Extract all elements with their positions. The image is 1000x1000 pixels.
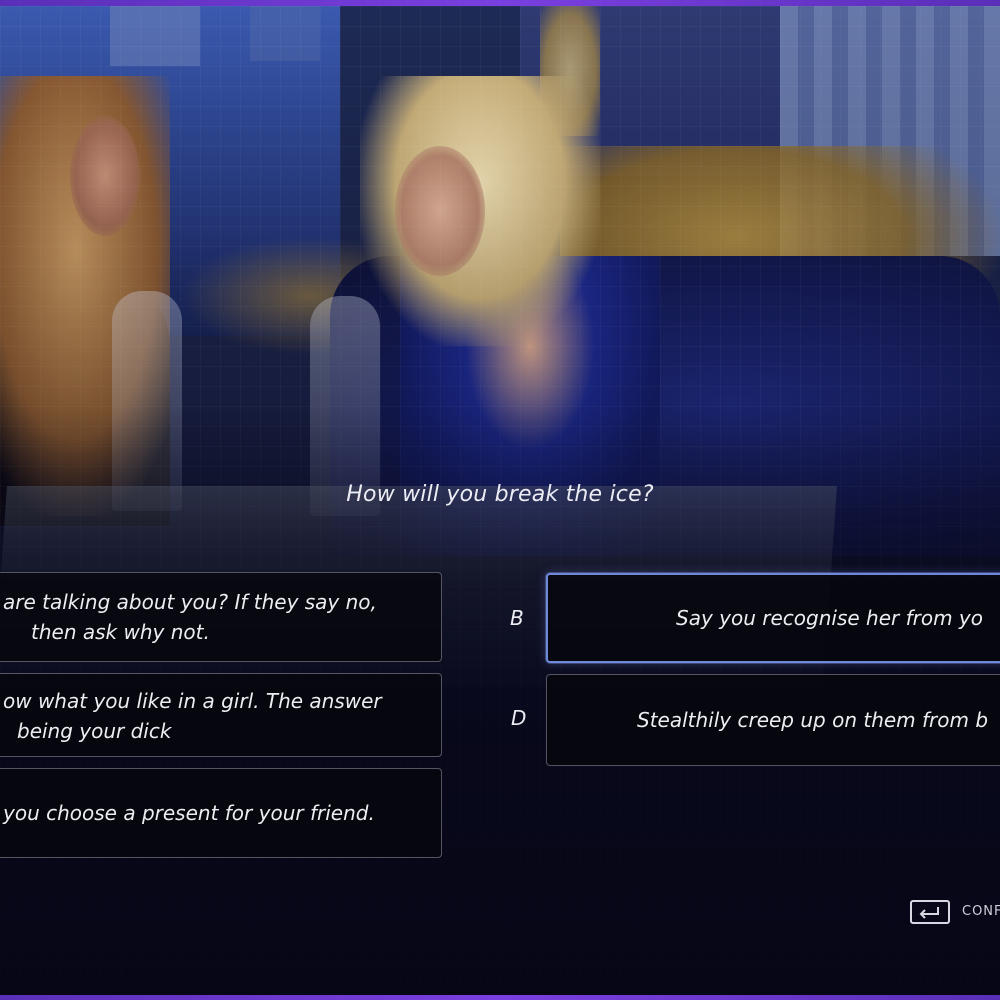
choice-e-text: you choose a present for your friend. — [3, 801, 375, 825]
choice-a-line-1: are talking about you? If they say no, — [3, 590, 377, 614]
enter-arrow-icon — [919, 907, 939, 919]
choice-c-text: ow what you like in a girl. The answer b… — [0, 686, 431, 746]
choice-d-text: Stealthily creep up on them from b — [637, 708, 989, 732]
choice-d-letter: D — [511, 706, 527, 730]
choice-c-line-2: being your dick — [17, 719, 172, 743]
top-frame-bar — [0, 0, 1000, 6]
choice-a-button[interactable]: are talking about you? If they say no, t… — [0, 572, 442, 662]
question-prompt: How will you break the ice? — [346, 482, 654, 507]
choice-b-text: Say you recognise her from yo — [676, 606, 983, 630]
choice-d-button[interactable]: Stealthily creep up on them from b — [546, 674, 1000, 766]
choice-b-button[interactable]: Say you recognise her from yo — [546, 573, 1000, 663]
enter-key-icon[interactable] — [910, 900, 950, 924]
choice-a-line-2: then ask why not. — [31, 620, 210, 644]
choice-e-button[interactable]: you choose a present for your friend. — [0, 768, 442, 858]
choice-c-button[interactable]: ow what you like in a girl. The answer b… — [0, 673, 442, 757]
bottom-frame-bar — [0, 995, 1000, 1000]
confirm-label[interactable]: CONF — [962, 904, 1000, 919]
choice-b-letter: B — [510, 606, 524, 630]
choice-a-text: are talking about you? If they say no, t… — [0, 587, 431, 647]
choice-c-line-1: ow what you like in a girl. The answer — [3, 689, 382, 713]
